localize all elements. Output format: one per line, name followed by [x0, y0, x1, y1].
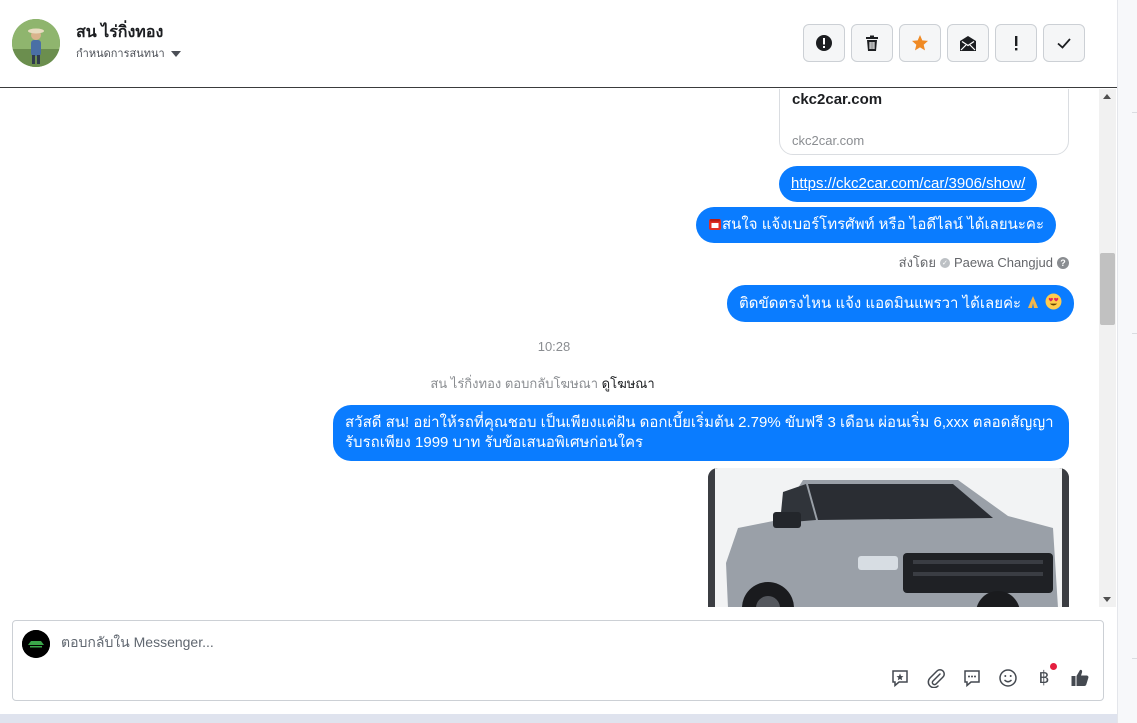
caret-down-icon — [170, 50, 181, 57]
contact-avatar[interactable] — [12, 19, 60, 67]
panel-divider — [1132, 658, 1137, 659]
envelope-open-icon — [960, 36, 976, 51]
link-preview-card[interactable]: ckc2car.com ckc2car.com — [779, 89, 1069, 155]
payment-button[interactable]: ฿ — [1033, 663, 1057, 689]
star-button[interactable] — [899, 24, 941, 62]
message-interest-text: สนใจ แจ้งเบอร์โทรศัพท์ หรือ ไอดีไลน์ ได้… — [722, 216, 1045, 233]
verified-check-icon: ✓ — [939, 257, 950, 268]
follow-up-button[interactable] — [995, 24, 1037, 62]
contact-name[interactable]: สน ไร่กิ่งทอง — [76, 20, 163, 45]
like-icon — [1071, 669, 1089, 686]
thread-scrollbar[interactable] — [1099, 89, 1116, 607]
trash-icon — [866, 35, 878, 51]
help-icon[interactable]: ? — [1057, 256, 1069, 269]
panel-divider — [1132, 112, 1137, 113]
ad-reply-notice: สน ไร่กิ่งทอง ตอบกลับโฆษณา ดูโฆษณา — [0, 373, 1085, 394]
reply-input[interactable] — [61, 634, 861, 650]
message-stuck-text: ติดขัดตรงไหน แจ้ง แอดมินแพรวา ได้เลยค่ะ — [739, 295, 1022, 312]
delete-button[interactable] — [851, 24, 893, 62]
page-avatar — [22, 630, 50, 658]
notification-dot — [1050, 663, 1057, 670]
reply-composer: ฿ — [12, 620, 1104, 701]
inbox-window: สน ไร่กิ่งทอง กำหนดการสนทนา ckc2car.com … — [0, 0, 1117, 714]
emoji-icon — [999, 669, 1017, 687]
conversation-toolbar — [803, 24, 1085, 62]
mark-unread-button[interactable] — [947, 24, 989, 62]
mark-done-button[interactable] — [1043, 24, 1085, 62]
chat-button[interactable] — [961, 667, 983, 689]
page-bottom-edge — [0, 714, 1117, 723]
attach-button[interactable] — [925, 667, 947, 689]
sent-by-prefix: ส่งโดย — [898, 255, 936, 270]
like-button[interactable] — [1069, 667, 1091, 689]
baht-payment-icon: ฿ — [1038, 668, 1050, 688]
link-preview-domain: ckc2car.com — [792, 133, 865, 148]
message-link-bubble[interactable]: https://ckc2car.com/car/3906/show/ — [779, 166, 1038, 202]
panel-divider — [1132, 333, 1137, 334]
telephone-emoji-icon — [709, 219, 721, 230]
check-icon — [1057, 38, 1071, 49]
time-separator: 10:28 — [537, 339, 571, 354]
attachment-icon — [927, 669, 945, 688]
message-bubble-interest: สนใจ แจ้งเบอร์โทรศัพท์ หรือ ไอดีไลน์ ได้… — [696, 207, 1057, 243]
praying-hands-emoji-icon — [1028, 296, 1039, 308]
link-preview-title: ckc2car.com — [792, 91, 883, 108]
spam-button[interactable] — [803, 24, 845, 62]
saved-reply-button[interactable] — [889, 667, 911, 689]
assign-label: กำหนดการสนทนา — [76, 48, 165, 60]
message-bubble-stuck: ติดขัดตรงไหน แจ้ง แอดมินแพรวา ได้เลยค่ะ — [727, 285, 1075, 322]
message-bubble-promo: สวัสดี สน! อย่าให้รถที่คุณชอบ เป็นเพียงแ… — [333, 405, 1069, 461]
assign-conversation-dropdown[interactable]: กำหนดการสนทนา — [76, 44, 181, 62]
scroll-up-arrow-icon[interactable] — [1103, 94, 1111, 99]
scroll-down-arrow-icon[interactable] — [1103, 597, 1111, 602]
heart-eyes-emoji-icon — [1045, 293, 1062, 310]
car-photo[interactable] — [708, 468, 1069, 607]
emoji-button[interactable] — [997, 667, 1019, 689]
conversation-header: สน ไร่กิ่งทอง กำหนดการสนทนา — [0, 0, 1117, 88]
view-ad-link[interactable]: ดูโฆษณา — [602, 376, 655, 391]
sent-by-label: ส่งโดย ✓ Paewa Changjud ? — [899, 252, 1069, 273]
alert-circle-icon — [816, 35, 832, 51]
scrollbar-thumb[interactable] — [1100, 253, 1115, 325]
ad-reply-text: สน ไร่กิ่งทอง ตอบกลับโฆษณา — [430, 376, 599, 391]
star-icon — [912, 35, 928, 51]
chat-bubble-icon — [964, 670, 980, 688]
exclamation-icon — [1015, 36, 1018, 51]
saved-reply-icon — [892, 670, 908, 688]
right-panel-edge — [1117, 0, 1137, 723]
sent-by-agent: Paewa Changjud — [953, 255, 1053, 270]
message-thread[interactable]: ckc2car.com ckc2car.com https://ckc2car.… — [0, 89, 1117, 607]
composer-tools: ฿ — [889, 663, 1091, 689]
